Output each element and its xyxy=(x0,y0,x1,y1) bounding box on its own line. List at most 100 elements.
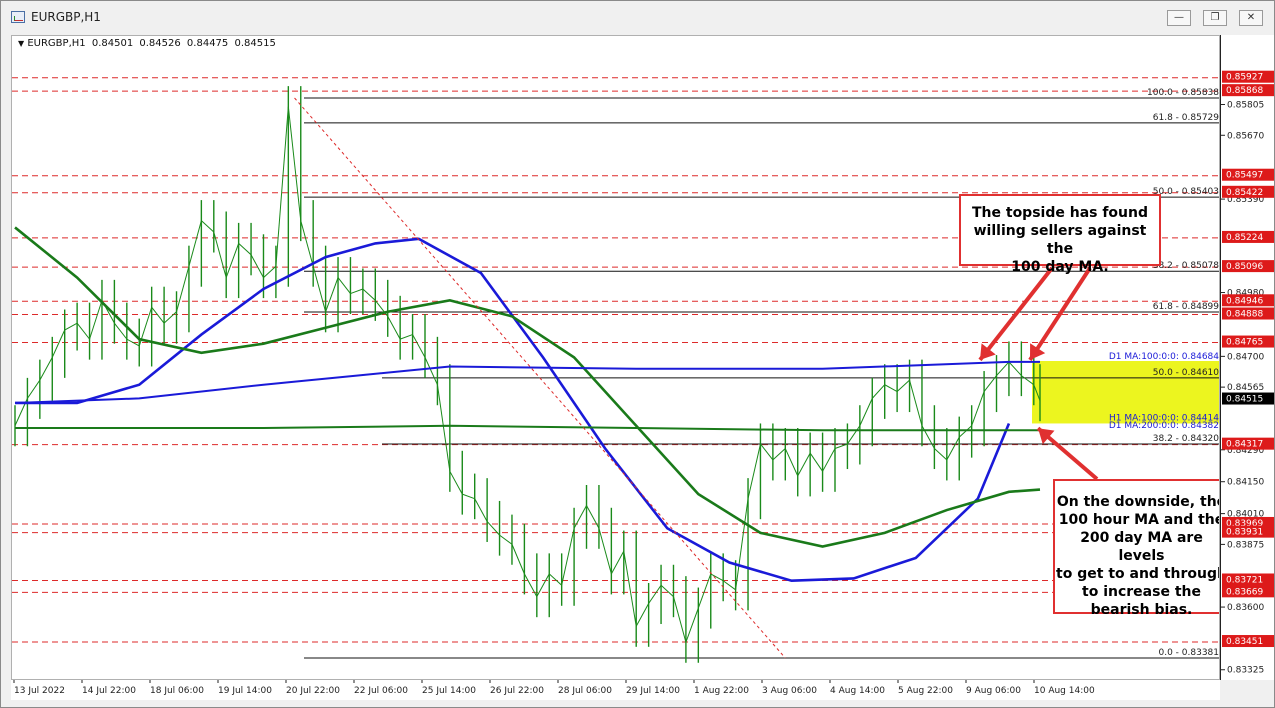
price-tick-label: 0.83875 xyxy=(1227,540,1264,550)
time-tick-label: 5 Aug 22:00 xyxy=(898,686,953,696)
callout-line: 100 day MA. xyxy=(1011,259,1109,275)
price-segment xyxy=(722,580,736,591)
price-segment xyxy=(275,106,289,267)
price-segment xyxy=(548,573,563,586)
callout-line: 200 day MA are levels xyxy=(1080,530,1203,564)
callout-line: bearish bias. xyxy=(1090,602,1193,618)
callout-line: willing sellers against the xyxy=(973,223,1147,257)
price-level-badge-label: 0.83931 xyxy=(1226,528,1263,538)
price-segment xyxy=(424,357,438,385)
restore-button[interactable]: ❐ xyxy=(1203,10,1227,26)
price-segment xyxy=(710,573,724,582)
price-segment xyxy=(561,528,575,586)
window-title: EURGBP,H1 xyxy=(31,10,101,24)
price-segment xyxy=(89,300,103,340)
price-segment xyxy=(511,544,525,575)
time-tick-label: 1 Aug 22:00 xyxy=(694,686,749,696)
price-segment xyxy=(847,425,861,445)
fibonacci-label: 0.0 - 0.83381 xyxy=(1159,648,1220,658)
price-segment xyxy=(201,220,215,233)
fibonacci-label: 38.2 - 0.84320 xyxy=(1153,434,1219,444)
time-tick-label: 10 Aug 14:00 xyxy=(1034,686,1095,696)
price-segment xyxy=(697,573,712,609)
price-segment xyxy=(648,584,662,604)
price-segment xyxy=(263,265,277,278)
price-segment xyxy=(39,357,53,381)
price-segment xyxy=(387,316,401,340)
minimize-button[interactable]: — xyxy=(1167,10,1191,26)
time-tick-label: 14 Jul 22:00 xyxy=(82,686,136,696)
chart-window: EURGBP,H1 — ❐ ✕ 100.0 - 0.85838 61.8 - 0.… xyxy=(0,0,1275,708)
price-segment xyxy=(735,498,749,590)
ma-label: D1 MA:100:0:0: 0.84684 xyxy=(1109,352,1219,362)
price-segment xyxy=(747,443,761,499)
price-segment xyxy=(958,425,973,438)
price-segment xyxy=(685,607,699,643)
price-tick-label: 0.84565 xyxy=(1227,383,1264,393)
callout-line: On the downside, the xyxy=(1056,494,1220,510)
price-level-badge-label: 0.84888 xyxy=(1226,310,1263,320)
ohlc-high: 0.84526 xyxy=(139,38,181,49)
symbol-label: EURGBP,H1 xyxy=(27,38,86,49)
price-segment xyxy=(784,448,799,477)
price-segment xyxy=(934,448,948,461)
price-segment xyxy=(1008,361,1022,376)
callout-downside: On the downside, the 100 hour MA and the… xyxy=(1053,479,1220,618)
price-level-badge-label: 0.84317 xyxy=(1226,440,1263,450)
ohlc-close: 0.84515 xyxy=(234,38,276,49)
moving-average-d1-ma-200 xyxy=(15,424,1040,432)
chart-plot-area[interactable]: 100.0 - 0.85838 61.8 - 0.85729 50.0 - 0.85… xyxy=(11,35,1220,680)
price-segment xyxy=(350,288,364,295)
price-segment xyxy=(238,243,252,256)
collapse-arrow-icon[interactable]: ▼ xyxy=(18,39,24,48)
current-price-label: 0.84515 xyxy=(1226,395,1263,405)
title-bar: EURGBP,H1 — ❐ ✕ xyxy=(1,1,1274,33)
time-tick-label: 25 Jul 14:00 xyxy=(422,686,476,696)
time-tick-label: 9 Aug 06:00 xyxy=(966,686,1021,696)
price-segment xyxy=(573,505,587,529)
price-segment xyxy=(462,493,475,500)
price-segment xyxy=(536,573,550,597)
time-tick-label: 22 Jul 06:00 xyxy=(354,686,408,696)
price-segment xyxy=(362,288,376,301)
chart-app-icon xyxy=(11,11,25,23)
fibonacci-label: 50.0 - 0.85403 xyxy=(1153,187,1219,197)
ma-label: D1 MA:200:0:0: 0.84382 xyxy=(1109,421,1219,431)
price-level-badge-label: 0.83669 xyxy=(1226,587,1263,597)
close-button[interactable]: ✕ xyxy=(1239,10,1263,26)
price-level-badge-label: 0.85224 xyxy=(1226,233,1263,243)
price-level-badge-label: 0.85422 xyxy=(1226,188,1263,198)
price-segment xyxy=(250,254,264,278)
price-segment xyxy=(188,220,202,267)
price-segment xyxy=(51,329,66,358)
price-tick-label: 0.83325 xyxy=(1227,666,1264,676)
price-segment xyxy=(809,452,823,472)
price-segment xyxy=(436,384,451,472)
fibonacci-label: 61.8 - 0.84899 xyxy=(1153,302,1219,312)
fibonacci-label: 100.0 - 0.85838 xyxy=(1147,88,1219,98)
price-segment xyxy=(822,448,836,472)
price-segment xyxy=(163,311,177,324)
price-level-badge-label: 0.83451 xyxy=(1226,637,1263,647)
callout-line: to increase the xyxy=(1082,584,1201,600)
price-level-badge-label: 0.85927 xyxy=(1226,73,1263,83)
price-segment xyxy=(1021,375,1035,386)
fibonacci-label: 61.8 - 0.85729 xyxy=(1153,113,1219,123)
price-segment xyxy=(312,266,327,312)
price-segment xyxy=(449,471,463,495)
price-axis-svg: 0.858050.856700.853900.849800.847000.845… xyxy=(1221,70,1274,676)
price-segment xyxy=(287,106,302,221)
price-segment xyxy=(300,220,314,267)
price-segment xyxy=(871,384,886,399)
price-tick-label: 0.85805 xyxy=(1227,101,1264,111)
moving-average-h1-ma-200 xyxy=(14,226,1041,548)
callout-line: The topside has found xyxy=(971,205,1149,221)
price-level-badge-label: 0.83721 xyxy=(1226,575,1263,585)
price-segment xyxy=(64,322,78,331)
price-tick-label: 0.85670 xyxy=(1227,131,1264,141)
price-segment xyxy=(499,534,513,545)
price-segment xyxy=(213,231,227,278)
ohlc-low: 0.84475 xyxy=(186,38,229,49)
price-segment xyxy=(946,436,960,461)
callout-line: 100 hour MA and the xyxy=(1058,512,1220,528)
